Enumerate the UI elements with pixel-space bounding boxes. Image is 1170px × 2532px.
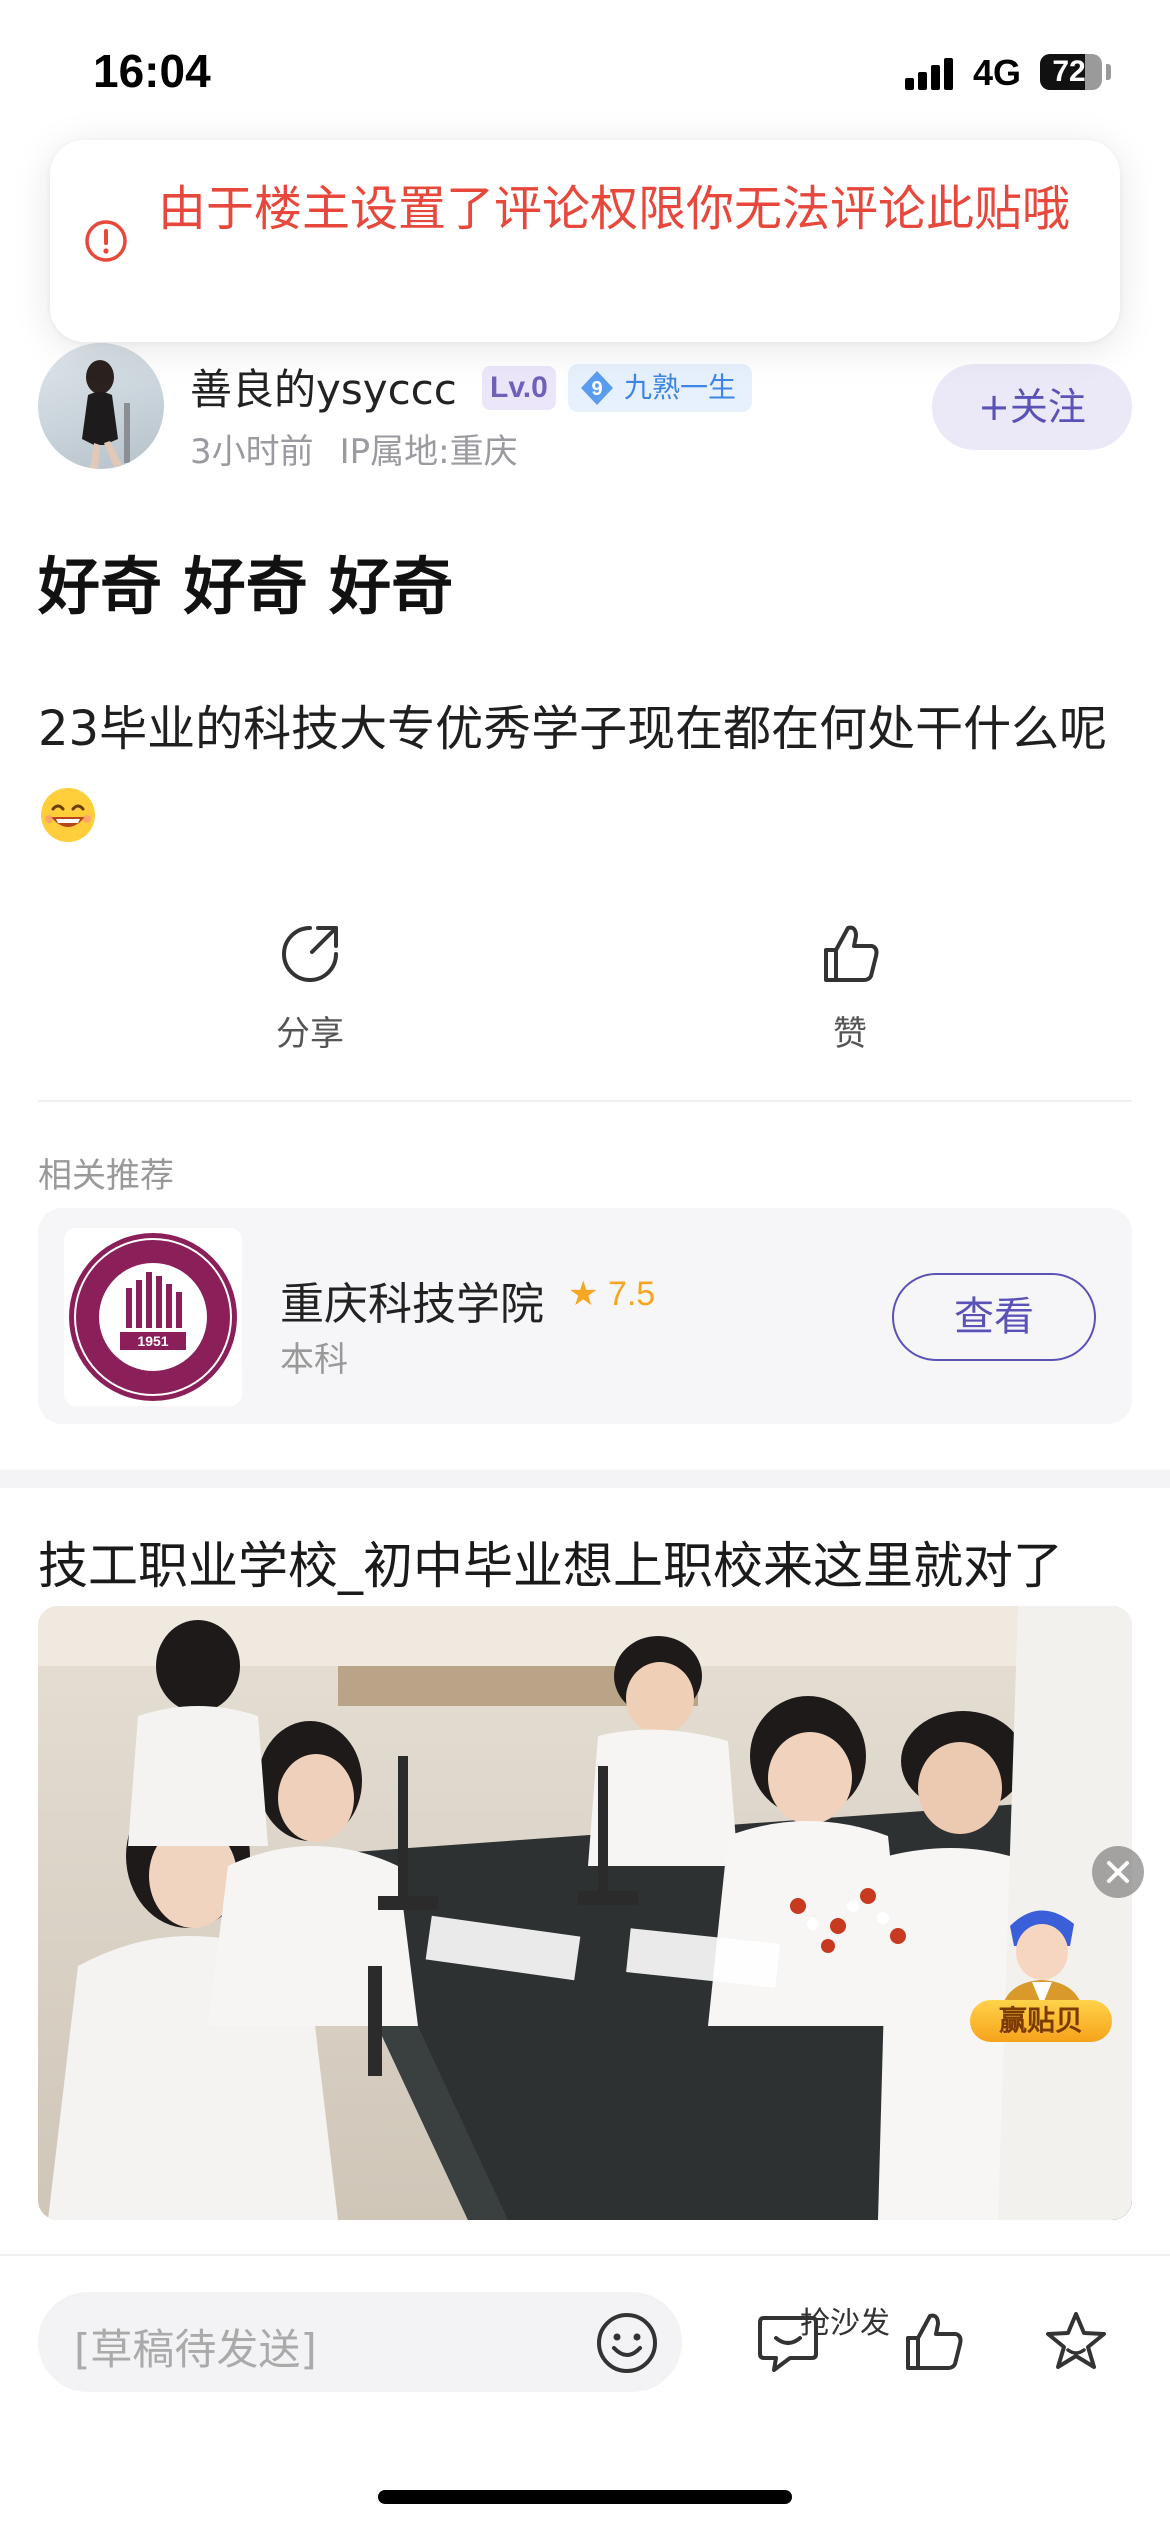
close-icon xyxy=(1107,1861,1129,1883)
avatar[interactable] xyxy=(38,343,164,469)
comment-permission-toast: 由于楼主设置了评论权限你无法评论此贴哦 xyxy=(50,140,1120,342)
school-card[interactable]: 1951 重庆科技学院 ★ 7.5 本科 查看 xyxy=(38,1208,1132,1424)
like-icon[interactable] xyxy=(898,2306,970,2378)
related-label: 相关推荐 xyxy=(38,1156,174,1196)
post-title: 好奇 好奇 好奇 xyxy=(38,550,454,623)
battery-icon: 72 xyxy=(1040,54,1102,90)
close-promo-button[interactable] xyxy=(1092,1846,1144,1898)
fan-level-number: 9 xyxy=(591,378,602,400)
thumbs-up-icon xyxy=(824,925,879,982)
divider xyxy=(38,1100,1132,1102)
school-logo: 1951 xyxy=(64,1228,242,1406)
post-meta: 3小时前 IP属地:重庆 xyxy=(190,424,518,473)
author-name[interactable]: 善良的ysyccc xyxy=(190,356,457,417)
battery-cap xyxy=(1106,64,1111,80)
promo-label: 赢贴贝 xyxy=(970,2000,1112,2042)
star-collect-icon[interactable] xyxy=(1040,2306,1112,2378)
school-name: 重庆科技学院 xyxy=(280,1279,544,1330)
post-body: 23毕业的科技大专优秀学子现在都在何处干什么呢 xyxy=(38,684,1138,864)
toast-message: 由于楼主设置了评论权限你无法评论此贴哦 xyxy=(158,181,1071,237)
draft-placeholder: [草稿待发送] xyxy=(74,2325,317,2374)
promo-widget[interactable]: 赢贴贝 xyxy=(970,1896,1112,2046)
fan-title: 九熟一生 xyxy=(624,371,737,404)
school-rating-value: 7.5 xyxy=(607,1275,656,1313)
fan-badge[interactable]: 9 九熟一生 xyxy=(568,364,753,412)
star-icon: ★ xyxy=(568,1275,599,1313)
emoji-icon[interactable] xyxy=(594,2310,660,2376)
share-icon xyxy=(282,926,338,982)
grinning-emoji-icon xyxy=(41,788,95,842)
sofa-label: 抢沙发 xyxy=(800,2306,890,2341)
post-body-text: 23毕业的科技大专优秀学子现在都在何处干什么呢 xyxy=(38,701,1108,757)
warning-icon xyxy=(85,220,127,262)
status-time: 16:04 xyxy=(93,45,211,97)
signal-icon xyxy=(905,56,957,90)
like-label: 赞 xyxy=(833,1014,867,1054)
home-indicator[interactable] xyxy=(378,2490,792,2504)
share-label: 分享 xyxy=(276,1014,344,1054)
seal-year: 1951 xyxy=(137,1333,168,1349)
network-type: 4G xyxy=(973,52,1022,93)
like-button[interactable]: 赞 xyxy=(750,920,950,1055)
share-button[interactable]: 分享 xyxy=(210,920,410,1055)
battery-level: 72 xyxy=(1052,55,1086,88)
school-seal-icon: 1951 xyxy=(69,1233,237,1401)
avatar-image xyxy=(82,360,130,469)
ip-location: IP属地:重庆 xyxy=(339,432,518,472)
classroom-photo xyxy=(38,1606,1132,2220)
section-divider xyxy=(0,1470,1170,1488)
school-rating: ★ 7.5 xyxy=(568,1274,655,1314)
promo-character-icon xyxy=(1000,1910,1084,2016)
diamond-icon: 9 xyxy=(581,371,613,405)
follow-button[interactable]: +关注 xyxy=(932,364,1132,450)
status-bar: 16:04 4G 72 xyxy=(0,0,1170,140)
ad-title[interactable]: 技工职业学校_初中毕业想上职校来这里就对了 xyxy=(38,1526,1063,1598)
comment-input[interactable]: [草稿待发送] xyxy=(38,2292,682,2392)
school-type: 本科 xyxy=(280,1340,348,1380)
post-time: 3小时前 xyxy=(190,432,314,472)
view-school-button[interactable]: 查看 xyxy=(892,1273,1096,1361)
ad-image[interactable] xyxy=(38,1606,1132,2220)
level-badge: Lv.0 xyxy=(482,366,556,410)
